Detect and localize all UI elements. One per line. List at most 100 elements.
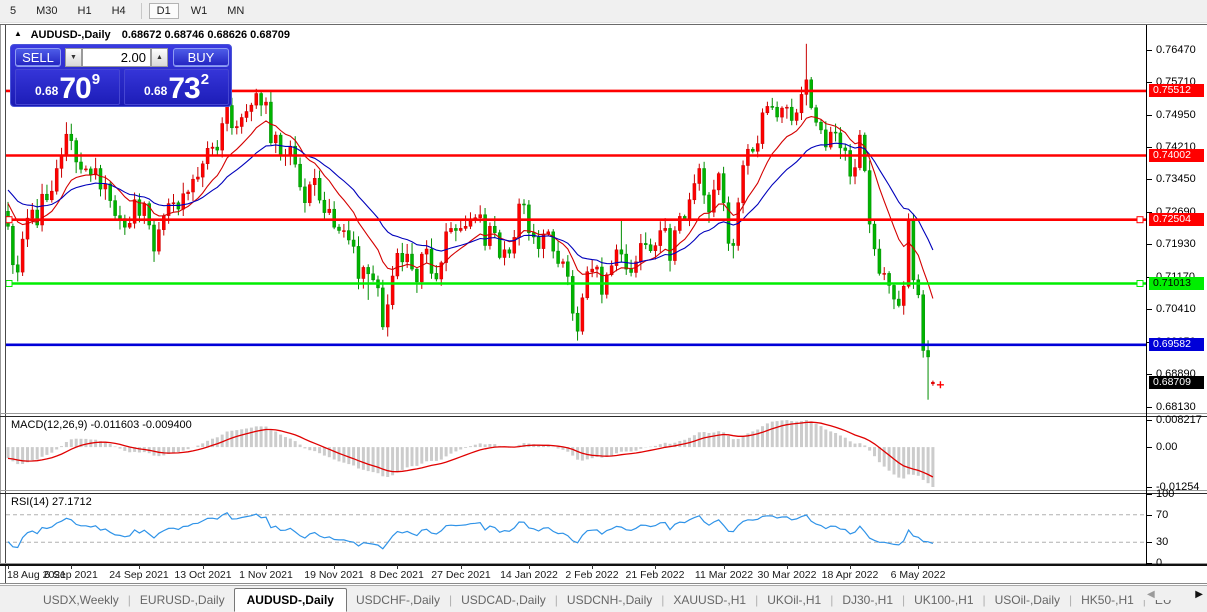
rsi-tick-label: 100 — [1156, 488, 1175, 500]
price-tick-label: 0.71930 — [1156, 238, 1196, 250]
date-label: 14 Jan 2022 — [500, 569, 558, 581]
ma-slow-line — [7, 142, 934, 265]
tab-scroll-arrows: ◀ ▶ — [1141, 589, 1203, 600]
buy-price-pipette: 2 — [200, 71, 210, 88]
price-axis[interactable]: 0.76470 0.75710 0.74950 0.74210 0.73450 0.726… — [1147, 25, 1207, 569]
tab-audusd-daily[interactable]: AUDUSD-,Daily — [233, 587, 347, 612]
buy-price-pips: 73 — [168, 72, 200, 105]
tab-usdcnh-daily[interactable]: USDCNH-,Daily — [558, 589, 661, 611]
macd-tick-label: 0.008217 — [1156, 414, 1202, 426]
rsi-line — [7, 512, 934, 550]
macd-label: MACD(12,26,9) -0.011603 -0.009400 — [11, 419, 192, 431]
tab-hk50-h1[interactable]: HK50-,H1 — [1072, 589, 1143, 611]
price-tick — [1147, 244, 1152, 245]
price-tick — [1147, 374, 1152, 375]
volume-decrease-button[interactable]: ▼ — [65, 48, 82, 67]
tab-dj30-h1[interactable]: DJ30-,H1 — [833, 589, 902, 611]
one-click-trade-panel: SELL ▼ ▲ BUY 0.68 70 9 0.68 73 2 — [10, 44, 232, 107]
date-label: 11 Mar 2022 — [694, 569, 754, 581]
price-tick-label: 0.70410 — [1156, 303, 1196, 315]
sell-button[interactable]: SELL — [15, 48, 61, 67]
window-left-border-outer — [0, 25, 1, 565]
pane-separator[interactable] — [0, 493, 1207, 494]
date-label: 27 Dec 2021 — [431, 569, 491, 581]
hline-price-badge: 0.71013 — [1149, 277, 1204, 290]
buy-price-base: 0.68 — [143, 84, 168, 98]
tab-usdcad-daily[interactable]: USDCAD-,Daily — [452, 589, 555, 611]
hline-price-badge: 0.74002 — [1149, 149, 1204, 162]
mt4-terminal: 5 M30 H1 H4 D1 W1 MN ▲ AUDUSD-,Daily 0.68672 0… — [0, 0, 1207, 612]
macd-tick — [1147, 487, 1152, 488]
timeframe-toolbar: 5 M30 H1 H4 D1 W1 MN — [0, 0, 1207, 23]
tab-uk100-h1[interactable]: UK100-,H1 — [905, 589, 982, 611]
toolbar-separator — [140, 3, 142, 19]
price-tick — [1147, 115, 1152, 116]
buy-button[interactable]: BUY — [173, 48, 229, 67]
tab-xauusd-h1[interactable]: XAUUSD-,H1 — [664, 589, 755, 611]
sell-price-pipette: 9 — [91, 71, 101, 88]
date-label: 19 Nov 2021 — [304, 569, 364, 581]
price-tick-label: 0.76470 — [1156, 44, 1196, 56]
date-label: 13 Oct 2021 — [174, 569, 232, 581]
date-axis[interactable]: 18 Aug 2021 6 Sep 2021 24 Sep 2021 13 Oct 2… — [6, 565, 1147, 583]
timeframe-button-h4[interactable]: H4 — [104, 3, 134, 19]
hline-price-badge: 0.69582 — [1149, 338, 1204, 351]
price-tick — [1147, 407, 1152, 408]
rsi-tick-label: 70 — [1156, 509, 1169, 521]
chart-symbol-period: AUDUSD-,Daily — [30, 29, 111, 41]
timeframe-button-d1[interactable]: D1 — [148, 3, 179, 19]
tab-scroll-left-icon[interactable]: ◀ — [1147, 589, 1155, 600]
pane-separator[interactable] — [0, 413, 1207, 414]
collapse-panel-icon[interactable]: ▲ — [14, 29, 22, 38]
rsi-tick-label: 30 — [1156, 536, 1169, 548]
rsi-tick — [1147, 494, 1152, 495]
timeframe-button-5[interactable]: 5 — [2, 3, 24, 19]
tab-usoil-daily[interactable]: USOil-,Daily — [986, 589, 1069, 611]
date-label: 18 Apr 2022 — [821, 569, 879, 581]
chart-tab-bar: USDX,Weekly | EURUSD-,Daily AUDUSD-,Daily US… — [0, 585, 1207, 612]
current-price-badge: 0.68709 — [1149, 376, 1204, 389]
date-label: 30 Mar 2022 — [757, 569, 817, 581]
rsi-tick — [1147, 563, 1152, 564]
tab-usdx-weekly[interactable]: USDX,Weekly — [34, 589, 128, 611]
tab-scroll-right-icon[interactable]: ▶ — [1195, 589, 1203, 600]
volume-increase-button[interactable]: ▲ — [151, 48, 168, 67]
macd-tick-label: 0.00 — [1156, 441, 1178, 453]
hline-price-badge: 0.75512 — [1149, 84, 1204, 97]
sell-price-display[interactable]: 0.68 70 9 — [15, 69, 120, 105]
buy-price-display[interactable]: 0.68 73 2 — [124, 69, 229, 105]
timeframe-button-m30[interactable]: M30 — [28, 3, 65, 19]
tab-ukoil-h1[interactable]: UKOil-,H1 — [758, 589, 830, 611]
pane-separator[interactable] — [0, 490, 1207, 491]
sell-price-pips: 70 — [59, 72, 91, 105]
rsi-tick — [1147, 515, 1152, 516]
timeframe-button-w1[interactable]: W1 — [183, 3, 216, 19]
rsi-tick-label: 0 — [1156, 557, 1163, 569]
date-label: 6 May 2022 — [890, 569, 946, 581]
price-tick-label: 0.73450 — [1156, 173, 1196, 185]
tab-eurusd-daily[interactable]: EURUSD-,Daily — [131, 589, 234, 611]
chart-title: ▲ AUDUSD-,Daily 0.68672 0.68746 0.68626 … — [14, 29, 290, 41]
timeframe-button-mn[interactable]: MN — [219, 3, 252, 19]
macd-tick — [1147, 447, 1152, 448]
price-tick-label: 0.74950 — [1156, 109, 1196, 121]
sell-price-base: 0.68 — [34, 84, 59, 98]
hline-price-badge: 0.72504 — [1149, 213, 1204, 226]
price-tick — [1147, 82, 1152, 83]
chart-ohlc-values: 0.68672 0.68746 0.68626 0.68709 — [121, 29, 290, 41]
volume-input[interactable] — [82, 48, 151, 67]
rsi-label: RSI(14) 27.1712 — [11, 496, 92, 508]
date-label: 2 Feb 2022 — [565, 569, 619, 581]
tab-usdchf-daily[interactable]: USDCHF-,Daily — [347, 589, 449, 611]
rsi-indicator-pane[interactable] — [6, 494, 1146, 563]
price-tick — [1147, 147, 1152, 148]
price-tick-label: 0.68130 — [1156, 401, 1196, 413]
pane-separator[interactable] — [0, 416, 1207, 417]
timeframe-button-h1[interactable]: H1 — [70, 3, 100, 19]
ma-fast-line — [7, 116, 934, 299]
price-tick — [1147, 309, 1152, 310]
price-tick — [1147, 179, 1152, 180]
price-tick — [1147, 50, 1152, 51]
date-label: 8 Dec 2021 — [370, 569, 424, 581]
date-label: 24 Sep 2021 — [109, 569, 169, 581]
